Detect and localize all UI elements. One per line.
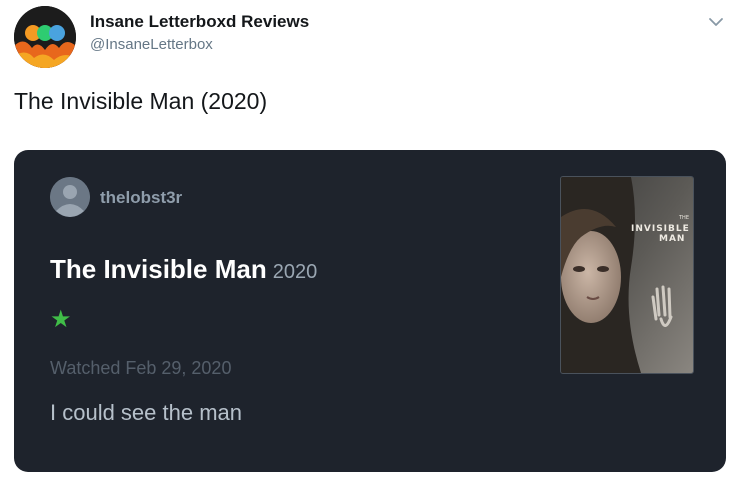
watched-date: Watched Feb 29, 2020	[50, 358, 232, 378]
svg-text:INVISIBLE: INVISIBLE	[631, 224, 690, 234]
film-year[interactable]: 2020	[273, 261, 318, 283]
tweet-text: The Invisible Man (2020)	[14, 88, 268, 114]
author-name[interactable]: Insane Letterboxd Reviews	[90, 12, 309, 32]
author-handle[interactable]: @InsaneLetterbox	[90, 36, 213, 53]
review-card[interactable]: thelobst3r The Invisible Man 2020 ★ Watch…	[14, 150, 726, 472]
svg-text:MAN: MAN	[659, 234, 685, 244]
account-avatar-icon[interactable]	[14, 6, 76, 68]
review-text: I could see the man	[50, 400, 243, 425]
tweet: Insane Letterboxd Reviews @InsaneLetterb…	[0, 0, 740, 486]
film-name[interactable]: The Invisible Man	[50, 254, 267, 284]
star-icon: ★	[50, 306, 72, 333]
chevron-down-icon[interactable]	[706, 12, 726, 32]
svg-text:THE: THE	[678, 215, 689, 221]
reviewer-name[interactable]: thelobst3r	[100, 188, 182, 208]
default-user-icon[interactable]	[50, 177, 90, 217]
film-title[interactable]: The Invisible Man 2020	[50, 254, 317, 285]
film-poster[interactable]: THE INVISIBLE MAN	[560, 176, 694, 374]
